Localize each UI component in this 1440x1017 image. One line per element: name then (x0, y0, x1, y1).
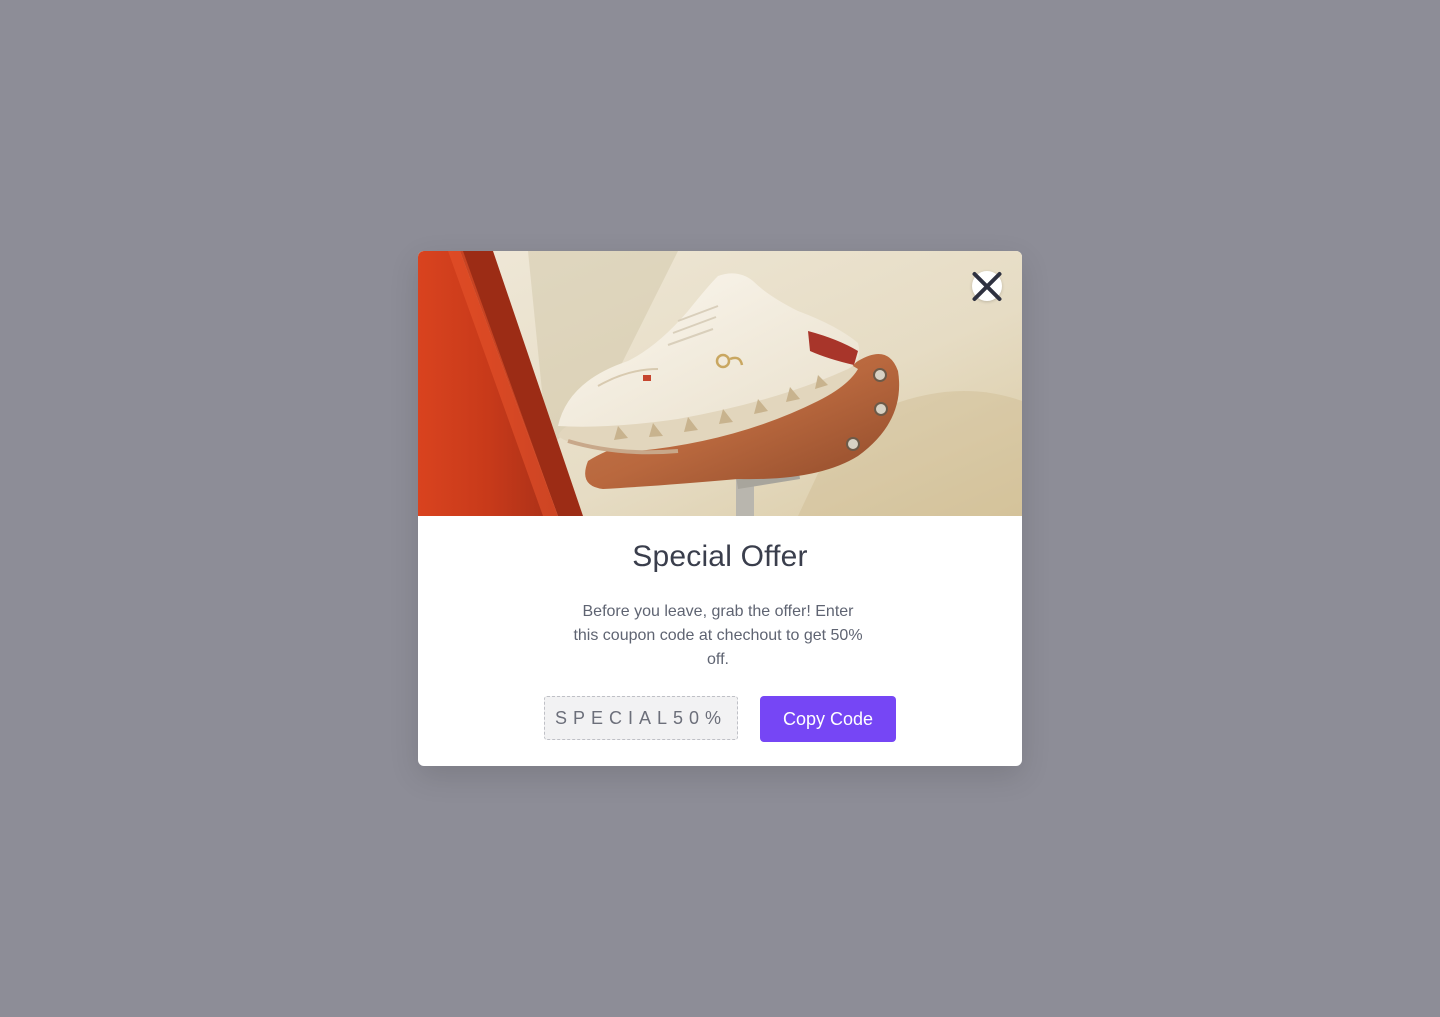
coupon-code-box[interactable]: SPECIAL50% (544, 696, 738, 740)
special-offer-modal: Special Offer Before you leave, grab the… (418, 251, 1022, 766)
offer-title: Special Offer (632, 540, 808, 573)
close-button[interactable] (972, 271, 1002, 301)
offer-description: Before you leave, grab the offer! Enter … (573, 603, 863, 668)
offer-hero-image (418, 251, 1022, 516)
close-icon (972, 271, 1002, 301)
shoe-image (418, 251, 1022, 516)
coupon-code-text: SPECIAL50% (554, 707, 728, 728)
copy-code-button[interactable]: Copy Code (760, 696, 896, 742)
offer-content: Special Offer Before you leave, grab the… (418, 516, 1022, 766)
